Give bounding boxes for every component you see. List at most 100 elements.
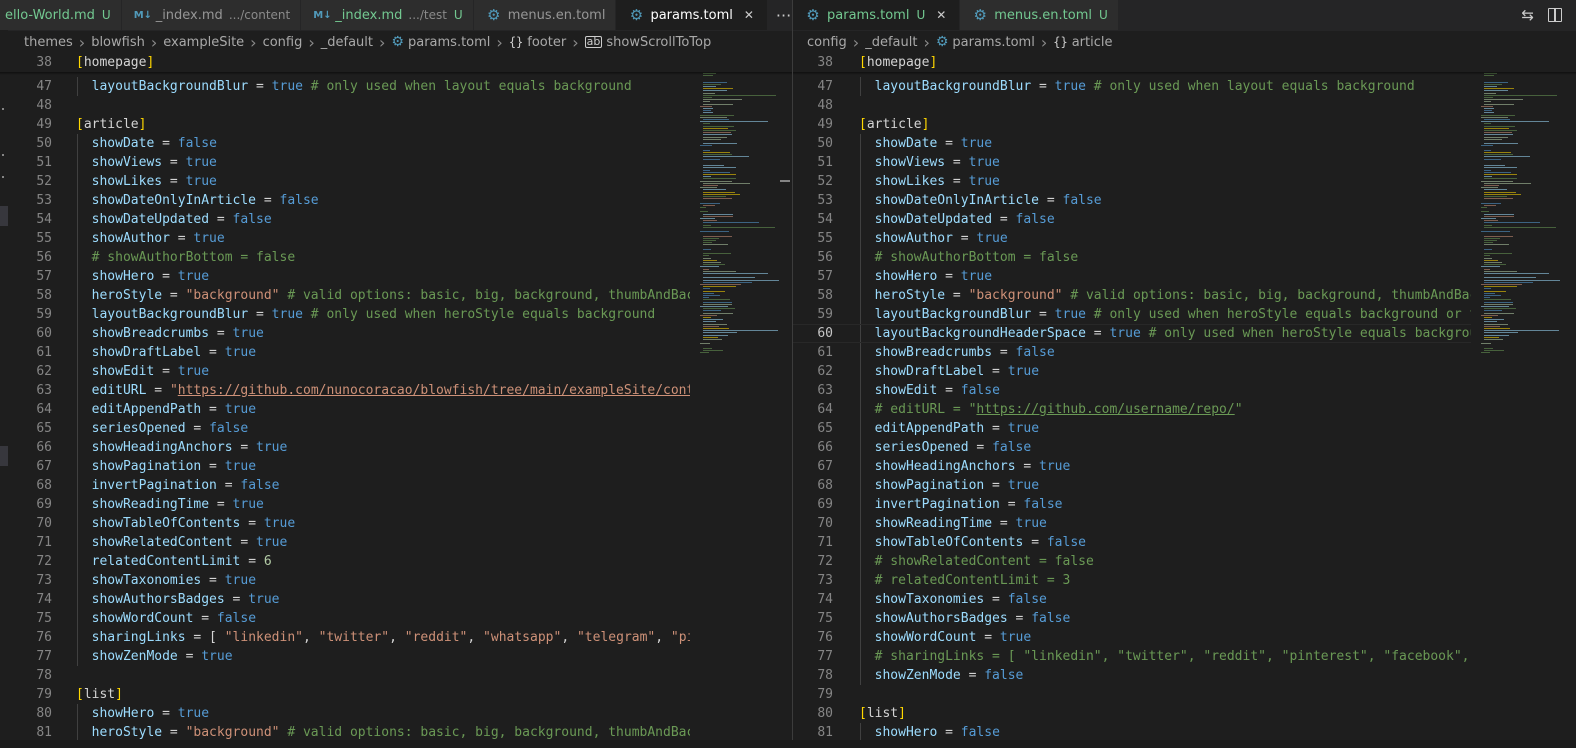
code-line[interactable]: 50 showDate = false: [0, 134, 792, 153]
code-line[interactable]: 48: [793, 96, 1576, 115]
code-line[interactable]: 66 showHeadingAnchors = true: [0, 438, 792, 457]
code-line[interactable]: 57 showHero = true: [0, 267, 792, 286]
code-editor-right[interactable]: 38 [homepage] 47 layoutBackgroundBlur = tr…: [793, 53, 1576, 740]
code-line[interactable]: 53 showDateOnlyInArticle = false: [793, 191, 1576, 210]
code-editor-left[interactable]: 38 [homepage] 47 layoutBackgroundBlur = tr…: [0, 53, 792, 740]
code-line[interactable]: 47 layoutBackgroundBlur = true # only us…: [0, 77, 792, 96]
code-line[interactable]: 53 showDateOnlyInArticle = false: [0, 191, 792, 210]
code-line[interactable]: 68 showPagination = true: [793, 476, 1576, 495]
code-line[interactable]: 59 layoutBackgroundBlur = true # only us…: [793, 305, 1576, 324]
code-line[interactable]: 81 showHero = false: [793, 723, 1576, 740]
breadcrumb-item[interactable]: config: [263, 35, 303, 50]
sticky-scroll-line[interactable]: 38 [homepage]: [793, 53, 1576, 75]
tab--index-md[interactable]: M↓ _index.md .../content: [121, 0, 302, 30]
breadcrumb-item[interactable]: exampleSite: [163, 35, 244, 50]
code-line[interactable]: 77 showZenMode = true: [0, 647, 792, 666]
code-line[interactable]: 56 # showAuthorBottom = false: [793, 248, 1576, 267]
code-line[interactable]: 76 showWordCount = true: [793, 628, 1576, 647]
code-line[interactable]: 80 [list]: [793, 704, 1576, 723]
tab--index-md[interactable]: M↓ _index.md .../test U: [301, 0, 474, 30]
code-line[interactable]: 65 editAppendPath = true: [793, 419, 1576, 438]
compare-changes-icon[interactable]: ⇆: [1521, 6, 1534, 24]
code-line[interactable]: 67 showPagination = true: [0, 457, 792, 476]
code-line[interactable]: 75 showAuthorsBadges = false: [793, 609, 1576, 628]
code-line[interactable]: 58 heroStyle = "background" # valid opti…: [793, 286, 1576, 305]
breadcrumb-item[interactable]: ⚙ params.toml: [391, 34, 490, 50]
breadcrumb-item[interactable]: {} footer: [509, 35, 566, 50]
sticky-scroll-line[interactable]: 38 [homepage]: [0, 53, 792, 75]
breadcrumb-item[interactable]: config: [807, 35, 847, 50]
code-line[interactable]: 64 # editURL = "https://github.com/usern…: [793, 400, 1576, 419]
code-line[interactable]: 78: [0, 666, 792, 685]
more-actions-icon[interactable]: ···: [768, 0, 792, 30]
code-line[interactable]: 63 showEdit = false: [793, 381, 1576, 400]
code-line[interactable]: 68 invertPagination = false: [0, 476, 792, 495]
close-icon[interactable]: ✕: [741, 8, 757, 22]
breadcrumb-item[interactable]: ⚙ params.toml: [936, 34, 1035, 50]
breadcrumb-item[interactable]: blowfish: [91, 35, 145, 50]
code-line[interactable]: 51 showViews = true: [0, 153, 792, 172]
minimap[interactable]: [1471, 53, 1576, 740]
code-line[interactable]: 54 showDateUpdated = false: [793, 210, 1576, 229]
code-line[interactable]: 57 showHero = true: [793, 267, 1576, 286]
code-line[interactable]: 78 showZenMode = false: [793, 666, 1576, 685]
code-line[interactable]: 61 showDraftLabel = true: [0, 343, 792, 362]
code-line[interactable]: 77 # sharingLinks = [ "linkedin", "twitt…: [793, 647, 1576, 666]
code-line[interactable]: 70 showTableOfContents = true: [0, 514, 792, 533]
tab-menus-en-toml[interactable]: ⚙ menus.en.toml: [473, 0, 617, 30]
code-line[interactable]: 60 layoutBackgroundHeaderSpace = true # …: [793, 324, 1576, 343]
code-line[interactable]: 47 layoutBackgroundBlur = true # only us…: [793, 77, 1576, 96]
code-line[interactable]: 48: [0, 96, 792, 115]
code-line[interactable]: 73 # relatedContentLimit = 3: [793, 571, 1576, 590]
code-line[interactable]: 59 layoutBackgroundBlur = true # only us…: [0, 305, 792, 324]
code-line[interactable]: 63 editURL = "https://github.com/nunocor…: [0, 381, 792, 400]
code-line[interactable]: 55 showAuthor = true: [793, 229, 1576, 248]
code-line[interactable]: 65 seriesOpened = false: [0, 419, 792, 438]
breadcrumb-item[interactable]: _default: [865, 35, 917, 50]
breadcrumb-item[interactable]: ab showScrollToTop: [584, 35, 711, 50]
code-line[interactable]: 49 [article]: [0, 115, 792, 134]
code-line[interactable]: 71 showTableOfContents = false: [793, 533, 1576, 552]
tab-menus-en-toml[interactable]: ⚙ menus.en.toml U: [960, 0, 1119, 30]
code-line[interactable]: 62 showDraftLabel = true: [793, 362, 1576, 381]
code-line[interactable]: 69 invertPagination = false: [793, 495, 1576, 514]
code-line[interactable]: 74 showTaxonomies = false: [793, 590, 1576, 609]
code-line[interactable]: 71 showRelatedContent = true: [0, 533, 792, 552]
code-line[interactable]: 62 showEdit = true: [0, 362, 792, 381]
code-line[interactable]: 75 showWordCount = false: [0, 609, 792, 628]
code-line[interactable]: 79 [list]: [0, 685, 792, 704]
code-line[interactable]: 58 heroStyle = "background" # valid opti…: [0, 286, 792, 305]
code-line[interactable]: 72 # showRelatedContent = false: [793, 552, 1576, 571]
close-icon[interactable]: ✕: [933, 8, 949, 22]
code-line[interactable]: 70 showReadingTime = true: [793, 514, 1576, 533]
code-line[interactable]: 64 editAppendPath = true: [0, 400, 792, 419]
code-line[interactable]: 61 showBreadcrumbs = false: [793, 343, 1576, 362]
code-line[interactable]: 52 showLikes = true: [793, 172, 1576, 191]
breadcrumb-item[interactable]: _default: [321, 35, 373, 50]
breadcrumb-item[interactable]: {} article: [1053, 35, 1112, 50]
breadcrumb-item[interactable]: themes: [24, 35, 73, 50]
code-line[interactable]: 69 showReadingTime = true: [0, 495, 792, 514]
code-line[interactable]: 60 showBreadcrumbs = true: [0, 324, 792, 343]
code-line[interactable]: 79: [793, 685, 1576, 704]
split-editor-icon[interactable]: [1548, 8, 1562, 22]
code-line[interactable]: 52 showLikes = true: [0, 172, 792, 191]
tab-params-toml[interactable]: ⚙ params.toml U ✕: [793, 0, 961, 30]
tab-ello-world-md[interactable]: ello-World.md U: [0, 0, 122, 30]
code-line[interactable]: 67 showHeadingAnchors = true: [793, 457, 1576, 476]
code-line[interactable]: 76 sharingLinks = [ "linkedin", "twitter…: [0, 628, 792, 647]
code-line[interactable]: 55 showAuthor = true: [0, 229, 792, 248]
code-line[interactable]: 73 showTaxonomies = true: [0, 571, 792, 590]
code-line[interactable]: 81 heroStyle = "background" # valid opti…: [0, 723, 792, 740]
minimap[interactable]: [690, 53, 792, 740]
tab-params-toml[interactable]: ⚙ params.toml ✕: [616, 0, 768, 30]
code-line[interactable]: 80 showHero = true: [0, 704, 792, 723]
code-line[interactable]: 72 relatedContentLimit = 6: [0, 552, 792, 571]
code-line[interactable]: 66 seriesOpened = false: [793, 438, 1576, 457]
code-line[interactable]: 56 # showAuthorBottom = false: [0, 248, 792, 267]
code-line[interactable]: 50 showDate = true: [793, 134, 1576, 153]
code-line[interactable]: 74 showAuthorsBadges = true: [0, 590, 792, 609]
code-line[interactable]: 54 showDateUpdated = false: [0, 210, 792, 229]
code-line[interactable]: 51 showViews = true: [793, 153, 1576, 172]
code-line[interactable]: 49 [article]: [793, 115, 1576, 134]
